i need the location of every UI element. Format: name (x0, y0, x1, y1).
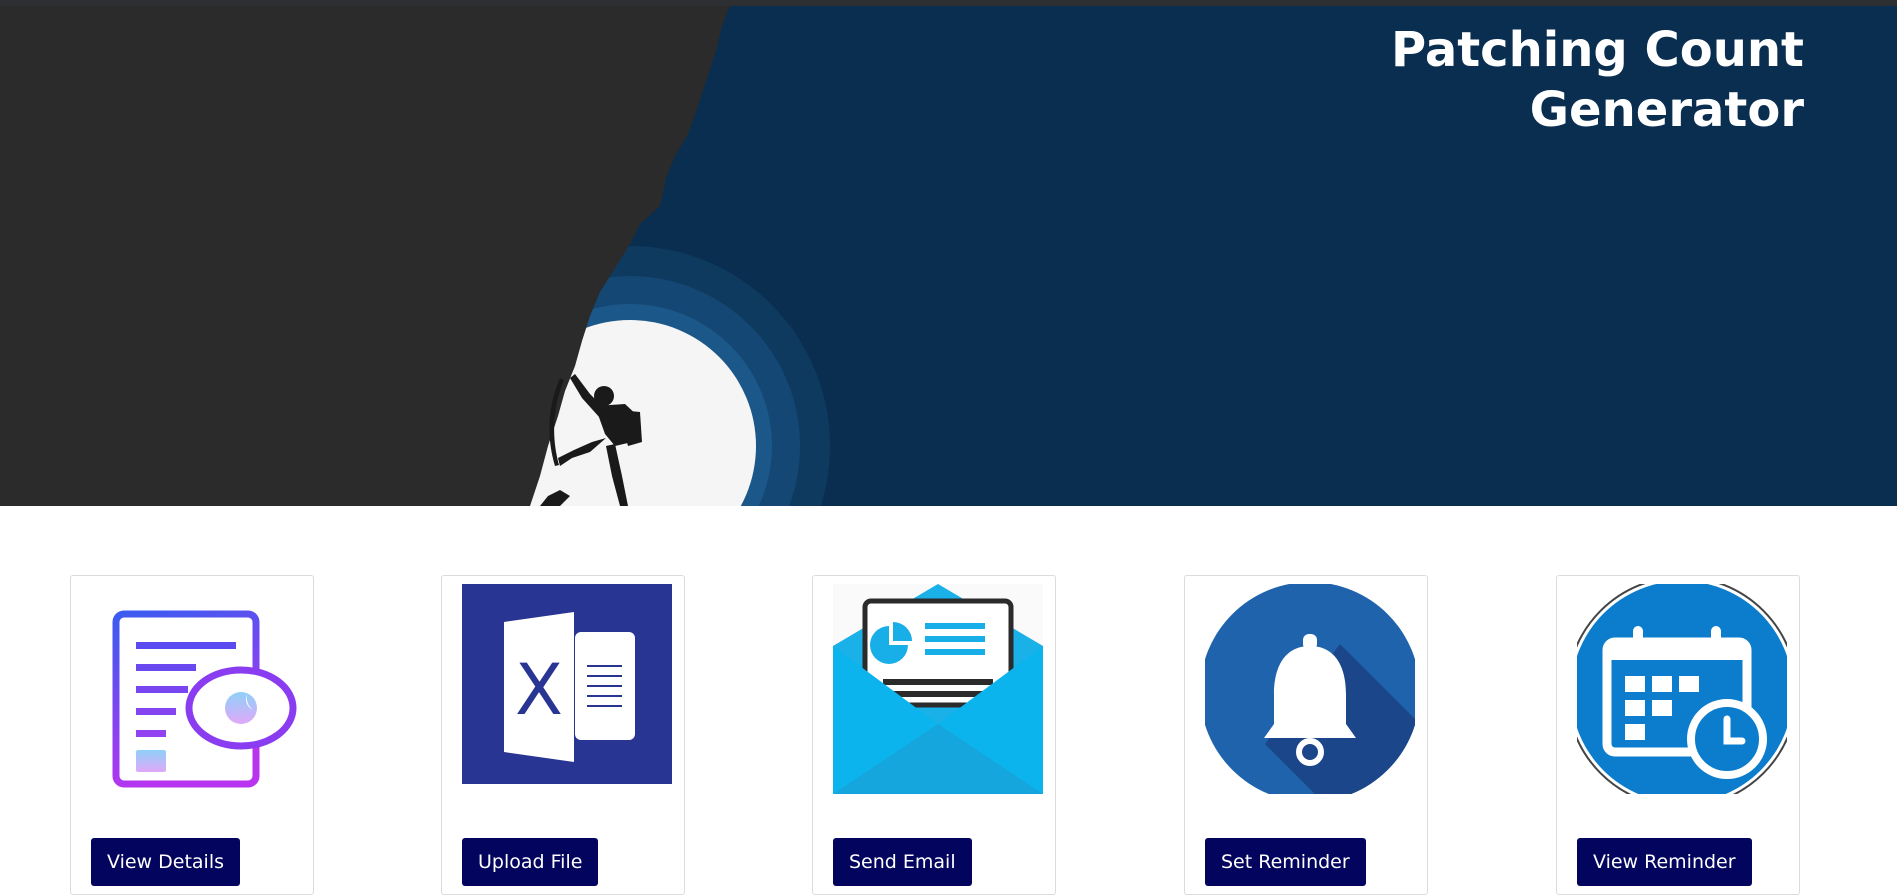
view-details-card: View Details (70, 575, 314, 895)
page-title: Patching Count Generator (1391, 20, 1804, 140)
excel-file-icon: X (462, 584, 672, 784)
upload-file-card: X Upload File (441, 575, 685, 895)
svg-text:X: X (515, 649, 563, 731)
action-cards: View Details X Upload File Send Email Se… (0, 575, 1897, 895)
email-envelope-icon (833, 584, 1043, 794)
set-reminder-card: Set Reminder (1184, 575, 1428, 895)
hero-banner: Patching Count Generator (0, 6, 1897, 506)
send-email-button[interactable]: Send Email (833, 838, 972, 886)
send-email-card: Send Email (812, 575, 1056, 895)
view-details-button[interactable]: View Details (91, 838, 240, 886)
view-reminder-card: View Reminder (1556, 575, 1800, 895)
page-title-line-2: Generator (1529, 82, 1804, 138)
page-title-line-1: Patching Count (1390, 22, 1804, 78)
set-reminder-button[interactable]: Set Reminder (1205, 838, 1366, 886)
view-reminder-button[interactable]: View Reminder (1577, 838, 1752, 886)
upload-file-button[interactable]: Upload File (462, 838, 599, 886)
view-details-icon (112, 610, 297, 788)
calendar-clock-icon (1577, 584, 1787, 794)
bell-icon (1205, 584, 1415, 794)
